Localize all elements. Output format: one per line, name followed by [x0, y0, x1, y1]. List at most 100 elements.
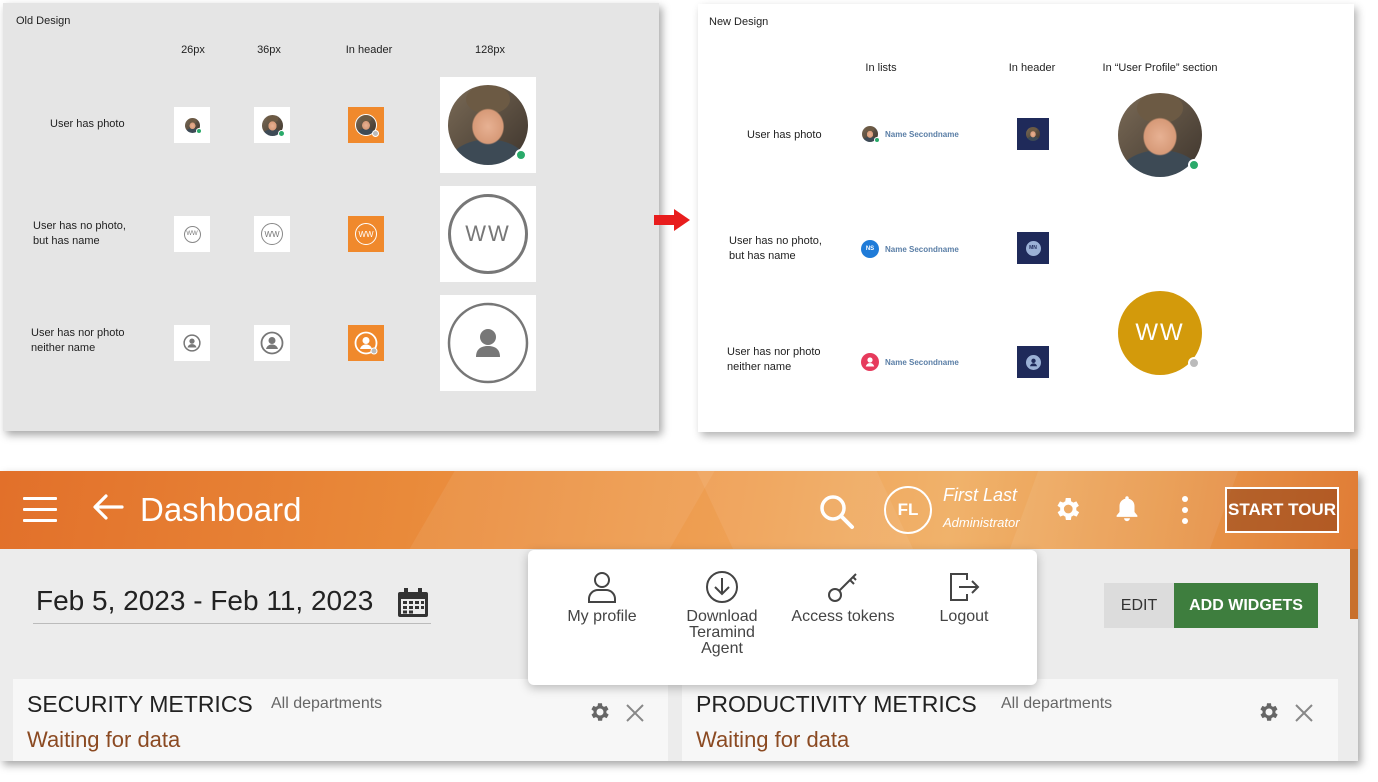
row-label-line: but has name [33, 235, 100, 247]
card-title: PRODUCTIVITY METRICS [696, 691, 977, 717]
menu-label-line: Access tokens [791, 608, 895, 625]
user-icon [861, 353, 879, 371]
menu-label-line: Logout [939, 608, 989, 625]
old-avatar-none-128 [440, 295, 536, 391]
new-header-avatar-none [1017, 346, 1049, 378]
new-profile-avatar-photo [1118, 93, 1202, 177]
old-avatar-initials-header: WW [348, 216, 384, 252]
row-label-line: User has photo [50, 118, 125, 130]
new-design-panel: New Design In lists In header In “User P… [698, 4, 1354, 573]
initials-badge: WW [183, 225, 201, 243]
old-design-title: Old Design [16, 15, 71, 27]
bell-icon[interactable] [1113, 494, 1141, 524]
row-label-line: but has name [729, 250, 796, 262]
menu-item-download-agent[interactable]: Download Teramind Agent [662, 550, 782, 657]
new-design-title: New Design [709, 16, 769, 28]
old-avatar-initials-128: WW [440, 186, 536, 282]
new-list-item-none: Name Secondname [861, 353, 959, 371]
gear-icon[interactable] [1256, 700, 1280, 724]
row-label-line: User has no photo, [33, 220, 126, 232]
user-icon [588, 572, 616, 603]
old-avatar-photo-header [348, 107, 384, 143]
card-status: Waiting for data [27, 727, 181, 752]
list-name: Name Secondname [885, 357, 959, 367]
profile-dropdown-menu: My profile Download Teramind Agent Acces… [528, 550, 1037, 685]
old-avatar-photo-36 [254, 107, 290, 143]
old-avatar-initials-26: WW [174, 216, 210, 252]
new-col-in-lists: In lists [865, 62, 897, 74]
page-title: Dashboard [140, 491, 302, 528]
card-status: Waiting for data [696, 727, 850, 752]
download-icon [706, 571, 738, 603]
add-widgets-button[interactable]: ADD WIDGETS [1174, 583, 1318, 628]
row-label-line: User has photo [747, 129, 822, 141]
row-label-line: User has nor photo [727, 346, 821, 358]
menu-item-my-profile[interactable]: My profile [542, 550, 662, 625]
security-metrics-card: SECURITY METRICS All departments Waiting… [13, 679, 668, 761]
card-title: SECURITY METRICS [27, 691, 253, 717]
new-col-in-user-profile: In “User Profile” section [1102, 62, 1218, 74]
menu-label-line: Agent [701, 640, 743, 657]
app-header: Dashboard FL First Last Administrator ST… [0, 471, 1358, 549]
app-window: Dashboard FL First Last Administrator ST… [0, 471, 1358, 761]
initials-badge: WW [448, 194, 528, 274]
start-tour-button[interactable]: START TOUR [1225, 487, 1339, 533]
menu-label-line: Teramind [689, 624, 755, 641]
menu-item-label: Logout [904, 609, 1024, 625]
gear-icon[interactable] [587, 700, 611, 724]
list-name: Name Secondname [885, 244, 959, 254]
hamburger-menu-icon[interactable] [23, 497, 57, 523]
menu-item-label: My profile [542, 609, 662, 625]
old-design-panel: Old Design 26px 36px In header 128px Use… [3, 3, 659, 431]
key-icon [828, 573, 857, 602]
date-underline [33, 623, 431, 624]
menu-item-label: Download Teramind Agent [662, 609, 782, 657]
new-row-label-photo: User has photo [747, 128, 822, 143]
old-col-in-header: In header [345, 44, 393, 56]
date-range-picker[interactable]: Feb 5, 2023 - Feb 11, 2023 [36, 585, 373, 617]
menu-item-access-tokens[interactable]: Access tokens [783, 550, 903, 625]
new-profile-avatar-initials: WW [1118, 291, 1202, 375]
user-icon [1025, 354, 1041, 370]
old-col-128px: 128px [475, 44, 505, 56]
arrow-right-icon [654, 209, 690, 231]
row-label-line: User has no photo, [729, 235, 822, 247]
row-label-line: neither name [727, 361, 792, 373]
menu-label-line: Download [686, 608, 758, 625]
old-row-label-name: User has no photo, but has name [33, 219, 126, 249]
back-arrow-icon[interactable] [92, 491, 124, 529]
scrollbar-accent [1350, 549, 1358, 619]
card-department[interactable]: All departments [271, 695, 382, 713]
close-icon[interactable] [625, 703, 645, 723]
old-avatar-none-header [348, 325, 384, 361]
initials-badge: WW [261, 223, 283, 245]
card-department[interactable]: All departments [1001, 695, 1112, 713]
productivity-metrics-card: PRODUCTIVITY METRICS All departments Wai… [682, 679, 1338, 761]
row-label-line: User has nor photo [31, 327, 125, 339]
old-row-label-photo: User has photo [50, 117, 125, 132]
user-name[interactable]: First Last [943, 485, 1017, 506]
old-row-label-none: User has nor photo neither name [31, 326, 125, 356]
edit-button[interactable]: EDIT [1104, 583, 1174, 628]
menu-item-logout[interactable]: Logout [904, 550, 1024, 625]
close-icon[interactable] [1294, 703, 1314, 723]
gear-icon[interactable] [1052, 494, 1082, 524]
user-icon [447, 302, 529, 384]
new-row-label-none: User has nor photo neither name [727, 345, 821, 375]
more-vertical-icon[interactable] [1178, 495, 1192, 525]
user-icon [354, 331, 378, 355]
user-avatar[interactable]: FL [884, 486, 932, 534]
initials-badge: MN [1025, 240, 1041, 256]
calendar-icon[interactable] [397, 588, 429, 618]
initials-badge: WW [355, 223, 377, 245]
old-avatar-photo-128 [440, 77, 536, 173]
search-icon[interactable] [818, 493, 856, 531]
user-icon [260, 331, 284, 355]
user-icon [183, 334, 201, 352]
user-role: Administrator [943, 515, 1020, 530]
old-avatar-photo-26 [174, 107, 210, 143]
new-header-avatar-photo [1017, 118, 1049, 150]
new-header-avatar-initials: MN [1017, 232, 1049, 264]
row-label-line: neither name [31, 342, 96, 354]
initials-badge: NS [861, 240, 879, 258]
